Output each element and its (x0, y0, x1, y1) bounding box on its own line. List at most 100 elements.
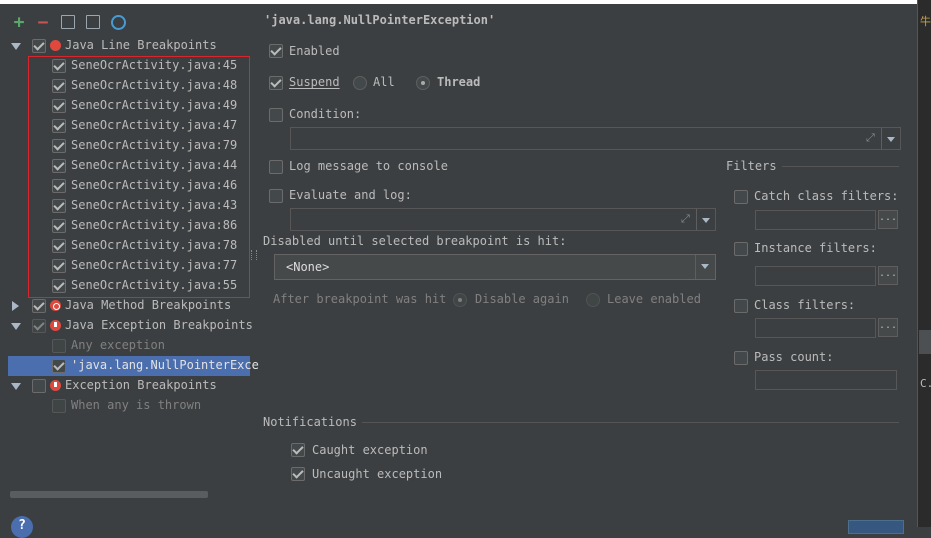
pass-count-checkbox[interactable] (734, 351, 748, 365)
tree-item-any-exception[interactable]: Any exception (8, 336, 250, 356)
method-breakpoint-icon (50, 300, 61, 311)
background-window-edge (917, 0, 931, 527)
expand-icon[interactable]: ⤢ (681, 213, 691, 224)
suspend-checkbox[interactable] (269, 76, 283, 90)
tree-group-label: Java Exception Breakpoints (65, 318, 253, 332)
suspend-all-radio[interactable] (353, 76, 367, 90)
caught-exception-checkbox[interactable] (291, 443, 305, 457)
group-checkbox[interactable] (32, 319, 46, 333)
group-checkbox[interactable] (32, 379, 46, 393)
evaluate-label: Evaluate and log: (289, 188, 412, 202)
leave-enabled-label: Leave enabled (607, 292, 701, 306)
highlight-box (28, 56, 250, 298)
tree-group-java-method[interactable]: Java Method Breakpoints (8, 296, 250, 316)
instance-filters-browse-button[interactable]: ... (878, 266, 898, 285)
disabled-until-label: Disabled until selected breakpoint is hi… (263, 234, 567, 248)
evaluate-checkbox[interactable] (269, 189, 283, 203)
disabled-until-value: <None> (286, 260, 330, 274)
minus-icon: − (37, 11, 49, 33)
tree-group-label: Java Line Breakpoints (65, 38, 217, 52)
disable-again-label: Disable again (475, 292, 569, 306)
catch-class-filters-label: Catch class filters: (754, 189, 899, 203)
item-checkbox[interactable] (52, 359, 66, 373)
item-checkbox[interactable] (52, 339, 66, 353)
file-icon (86, 15, 100, 29)
expand-icon[interactable]: ⤢ (866, 132, 876, 143)
uncaught-exception-checkbox[interactable] (291, 467, 305, 481)
after-hit-label: After breakpoint was hit (273, 292, 447, 306)
evaluate-dropdown-button[interactable] (696, 209, 715, 230)
disable-again-radio[interactable] (453, 293, 467, 307)
suspend-all-label: All (373, 75, 395, 89)
tree-group-exception[interactable]: Exception Breakpoints (8, 376, 250, 396)
tree-item-label: When any is thrown (71, 398, 202, 412)
tree-group-java-line[interactable]: Java Line Breakpoints (8, 36, 250, 56)
background-block (919, 330, 931, 354)
suspend-thread-label: Thread (437, 75, 481, 89)
uncaught-exception-label: Uncaught exception (312, 467, 443, 481)
expand-arrow-icon[interactable] (11, 43, 21, 50)
group-by-file-button[interactable] (85, 14, 101, 30)
catch-class-filters-input[interactable] (755, 210, 876, 230)
expand-arrow-icon[interactable] (11, 383, 21, 390)
suspend-thread-radio[interactable] (416, 76, 430, 90)
notifications-separator (362, 422, 899, 423)
instance-filters-input[interactable] (755, 266, 876, 286)
window-top-edge (0, 0, 931, 4)
dropdown-arrow-icon[interactable] (695, 255, 715, 279)
tree-group-label: Exception Breakpoints (65, 378, 217, 392)
enabled-checkbox[interactable] (269, 44, 283, 58)
filters-separator (782, 166, 899, 167)
leave-enabled-radio[interactable] (586, 293, 600, 307)
disabled-until-select[interactable]: <None> (274, 254, 716, 280)
tree-item-label: 'java.lang.NullPointerExce (71, 358, 259, 372)
group-checkbox[interactable] (32, 299, 46, 313)
condition-dropdown-button[interactable] (881, 128, 900, 149)
tree-item-label: Any exception (71, 338, 165, 352)
ok-button[interactable] (848, 520, 904, 534)
class-filters-label: Class filters: (754, 298, 856, 312)
evaluate-input[interactable]: ⤢ (290, 208, 716, 231)
add-breakpoint-button[interactable]: + (11, 11, 27, 33)
background-text: C. (920, 377, 931, 390)
expand-arrow-icon[interactable] (12, 301, 19, 311)
plus-icon: + (13, 11, 25, 33)
tree-group-label: Java Method Breakpoints (65, 298, 232, 312)
filters-title: Filters (726, 159, 777, 173)
line-breakpoint-icon (50, 40, 61, 51)
breakpoint-title: 'java.lang.NullPointerException' (264, 13, 496, 27)
exception-breakpoint-icon (50, 320, 61, 331)
remove-breakpoint-button[interactable]: − (35, 11, 51, 33)
tree-item-npe-selected[interactable]: 'java.lang.NullPointerExce (8, 356, 259, 376)
condition-input[interactable]: ⤢ (290, 127, 901, 150)
catch-class-filters-browse-button[interactable]: ... (878, 210, 898, 229)
catch-class-filters-checkbox[interactable] (734, 190, 748, 204)
instance-filters-label: Instance filters: (754, 241, 877, 255)
log-message-checkbox[interactable] (269, 160, 283, 174)
class-filters-browse-button[interactable]: ... (878, 318, 898, 337)
group-by-class-button[interactable] (110, 14, 126, 30)
notifications-title: Notifications (263, 415, 357, 429)
log-message-label: Log message to console (289, 159, 448, 173)
expand-arrow-icon[interactable] (11, 323, 21, 330)
folder-icon (61, 15, 75, 29)
enabled-label: Enabled (289, 44, 340, 58)
suspend-label: Suspend (289, 75, 340, 89)
class-filters-checkbox[interactable] (734, 299, 748, 313)
instance-filters-checkbox[interactable] (734, 242, 748, 256)
condition-label: Condition: (289, 107, 362, 121)
caught-exception-label: Caught exception (312, 443, 428, 457)
item-checkbox[interactable] (52, 399, 66, 413)
tree-group-java-exception[interactable]: Java Exception Breakpoints (8, 316, 253, 336)
help-button[interactable]: ? (11, 516, 33, 538)
tree-horizontal-scrollbar[interactable] (10, 491, 208, 498)
group-checkbox[interactable] (32, 39, 46, 53)
group-by-package-button[interactable] (60, 14, 76, 30)
splitter-handle[interactable] (251, 250, 257, 260)
tree-item-when-any-thrown[interactable]: When any is thrown (8, 396, 250, 416)
background-text: 牛 (920, 15, 931, 28)
pass-count-label: Pass count: (754, 350, 834, 364)
condition-checkbox[interactable] (269, 108, 283, 122)
pass-count-input[interactable] (755, 370, 897, 390)
class-filters-input[interactable] (755, 318, 876, 338)
